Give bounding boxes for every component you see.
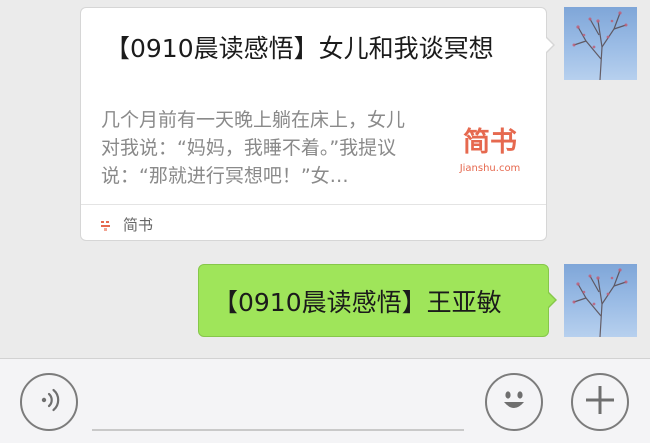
plus-button[interactable] — [571, 373, 629, 431]
avatar[interactable] — [564, 7, 637, 80]
bubble-tail — [547, 291, 557, 309]
avatar[interactable] — [564, 264, 637, 337]
thumbnail-domain-text: Jianshu.com — [459, 163, 521, 174]
thumbnail-logo-text: 简书 — [463, 127, 517, 158]
message-input[interactable] — [92, 373, 464, 431]
emoji-icon — [494, 380, 534, 424]
jianshu-logo-icon — [99, 217, 113, 231]
emoji-button[interactable] — [485, 373, 543, 431]
card-divider — [81, 204, 546, 205]
source-name: 简书 — [123, 215, 154, 234]
text-message-bubble[interactable]: 【0910晨读感悟】王亚敏 — [198, 264, 557, 337]
link-card-message[interactable]: 【0910晨读感悟】女儿和我谈冥想 几个月前有一天晚上躺在床上，女儿对我说：“妈… — [80, 7, 555, 241]
link-card-thumbnail: 简书 Jianshu.com — [457, 118, 523, 184]
bubble-tail — [545, 36, 555, 54]
input-bar — [0, 358, 650, 443]
link-card-source: 简书 — [99, 213, 153, 235]
link-card-description: 几个月前有一天晚上躺在床上，女儿对我说：“妈妈，我睡不着。”我提议说：“那就进行… — [101, 109, 406, 187]
plus-icon — [583, 383, 617, 421]
voice-button[interactable] — [20, 373, 78, 431]
voice-icon — [34, 385, 64, 419]
link-card-title: 【0910晨读感悟】女儿和我谈冥想 — [105, 34, 494, 63]
chat-area[interactable]: 【0910晨读感悟】女儿和我谈冥想 几个月前有一天晚上躺在床上，女儿对我说：“妈… — [0, 0, 650, 358]
message-text: 【0910晨读感悟】王亚敏 — [213, 287, 502, 317]
